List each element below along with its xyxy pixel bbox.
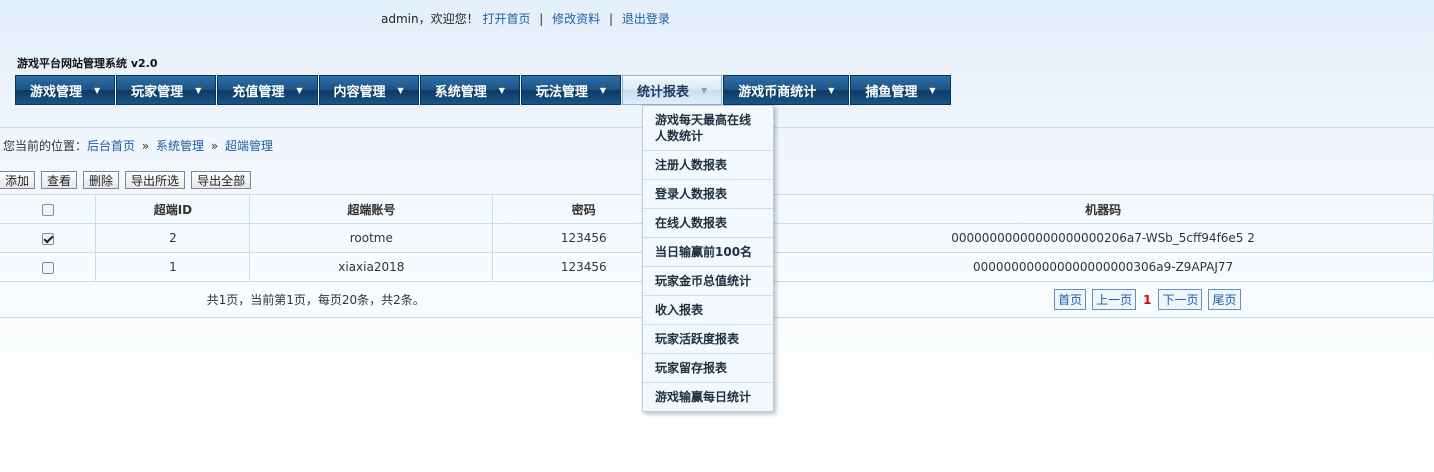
view-button[interactable]: 查看	[41, 171, 78, 189]
nav-system-management[interactable]: 系统管理 ▼	[419, 75, 520, 105]
separator: |	[609, 12, 614, 26]
top-user-bar: admin，欢迎您！ 打开首页 | 修改资料 | 退出登录	[381, 10, 670, 27]
menu-item-gold-total[interactable]: 玩家金币总值统计	[643, 267, 773, 296]
triangle-down-icon: ▼	[929, 85, 936, 95]
menu-item-retention-report[interactable]: 玩家留存报表	[643, 354, 773, 383]
delete-button[interactable]: 删除	[83, 171, 120, 189]
nav-label: 玩家管理	[131, 84, 184, 100]
export-all-button[interactable]: 导出全部	[191, 171, 252, 189]
open-homepage-link[interactable]: 打开首页	[482, 12, 530, 26]
add-button[interactable]: 添加	[0, 171, 36, 189]
breadcrumb-prefix: 您当前的位置：	[3, 139, 88, 153]
statistics-dropdown-menu: 游戏每天最高在线人数统计 注册人数报表 登录人数报表 在线人数报表 当日输赢前1…	[642, 105, 774, 412]
nav-recharge-management[interactable]: 充值管理 ▼	[217, 75, 318, 105]
menu-item-income-report[interactable]: 收入报表	[643, 296, 773, 325]
select-all-checkbox[interactable]	[41, 203, 54, 216]
pagination: 首页 上一页 1 下一页 尾页	[1051, 289, 1243, 310]
triangle-down-icon: ▼	[599, 85, 607, 95]
cell-machine-code: 00000000000000000000206a7-WSb_5cff94f6e5…	[772, 223, 1434, 253]
first-page-button[interactable]: 首页	[1054, 289, 1087, 310]
triangle-down-icon: ▼	[498, 85, 505, 95]
row-select-cell	[0, 223, 97, 253]
select-all-cell	[0, 194, 97, 224]
triangle-down-icon: ▼	[296, 85, 303, 95]
nav-label: 游戏管理	[30, 84, 83, 100]
site-title: 游戏平台网站管理系统 v2.0	[17, 57, 158, 70]
pagination-summary: 共1页，当前第1页，每页20条，共2条。	[0, 281, 493, 318]
last-page-button[interactable]: 尾页	[1208, 289, 1241, 310]
welcome-text: ，欢迎您！	[418, 12, 479, 26]
nav-gameplay-management[interactable]: 玩法管理 ▼	[520, 75, 622, 105]
row-select-cell	[0, 252, 97, 282]
triangle-down-icon: ▼	[94, 85, 101, 95]
column-header: 超端账号	[249, 194, 494, 224]
separator: |	[539, 12, 544, 26]
export-selected-button[interactable]: 导出所选	[125, 171, 186, 189]
logout-link[interactable]: 退出登录	[622, 12, 670, 26]
nav-label: 内容管理	[333, 84, 386, 100]
menu-item-online-report[interactable]: 在线人数报表	[643, 209, 773, 238]
action-toolbar: 添加 查看 删除 导出所选 导出全部	[0, 171, 257, 189]
menu-item-registration-report[interactable]: 注册人数报表	[643, 151, 773, 180]
cell-machine-code: 000000000000000000000306a9-Z9APAJ77	[772, 252, 1434, 282]
triangle-down-icon: ▼	[397, 85, 404, 95]
nav-coin-merchant-stats[interactable]: 游戏币商统计 ▼	[723, 75, 850, 105]
triangle-down-icon: ▼	[701, 85, 708, 95]
nav-player-management[interactable]: 玩家管理 ▼	[116, 75, 217, 105]
pagination-cell: 首页 上一页 1 下一页 尾页	[492, 281, 1434, 318]
breadcrumb-separator: »	[210, 139, 219, 153]
nav-label: 游戏币商统计	[738, 84, 817, 100]
breadcrumb-home[interactable]: 后台首页	[87, 139, 135, 153]
breadcrumb-separator: »	[141, 139, 150, 153]
current-page: 1	[1143, 292, 1152, 307]
nav-label: 系统管理	[434, 84, 487, 100]
cell-account: xiaxia2018	[249, 252, 494, 282]
menu-item-login-report[interactable]: 登录人数报表	[643, 180, 773, 209]
row-checkbox[interactable]	[41, 232, 54, 245]
nav-content-management[interactable]: 内容管理 ▼	[318, 75, 419, 105]
breadcrumb-current[interactable]: 超端管理	[225, 139, 273, 153]
nav-label: 玩法管理	[535, 84, 588, 100]
menu-item-daily-winloss[interactable]: 游戏输赢每日统计	[643, 383, 773, 411]
next-page-button[interactable]: 下一页	[1158, 289, 1203, 310]
menu-item-activity-report[interactable]: 玩家活跃度报表	[643, 325, 773, 354]
nav-statistics-reports[interactable]: 统计报表 ▼	[622, 75, 723, 105]
triangle-down-icon: ▼	[195, 85, 202, 95]
breadcrumb: 您当前的位置：后台首页 » 系统管理 » 超端管理	[3, 137, 273, 154]
main-nav: 游戏管理 ▼ 玩家管理 ▼ 充值管理 ▼ 内容管理 ▼ 系统管理 ▼ 玩法管理 ▼ 统计报表…	[15, 75, 952, 105]
nav-label: 统计报表	[637, 84, 690, 100]
breadcrumb-system[interactable]: 系统管理	[156, 139, 204, 153]
prev-page-button[interactable]: 上一页	[1092, 289, 1137, 310]
menu-item-top100-winloss[interactable]: 当日输赢前100名	[643, 238, 773, 267]
username: admin	[381, 12, 419, 26]
triangle-down-icon: ▼	[828, 85, 835, 95]
nav-label: 充值管理	[232, 84, 285, 100]
nav-fishing-management[interactable]: 捕鱼管理 ▼	[850, 75, 951, 105]
edit-profile-link[interactable]: 修改资料	[552, 12, 600, 26]
cell-account: rootme	[249, 223, 494, 253]
column-header: 机器码	[772, 194, 1434, 224]
cell-id: 2	[95, 223, 251, 253]
column-header: 超端ID	[95, 194, 251, 224]
cell-id: 1	[95, 252, 251, 282]
nav-game-management[interactable]: 游戏管理 ▼	[15, 75, 116, 105]
nav-label: 捕鱼管理	[865, 84, 918, 100]
menu-item-daily-peak-online[interactable]: 游戏每天最高在线人数统计	[643, 106, 773, 151]
row-checkbox[interactable]	[41, 261, 54, 274]
